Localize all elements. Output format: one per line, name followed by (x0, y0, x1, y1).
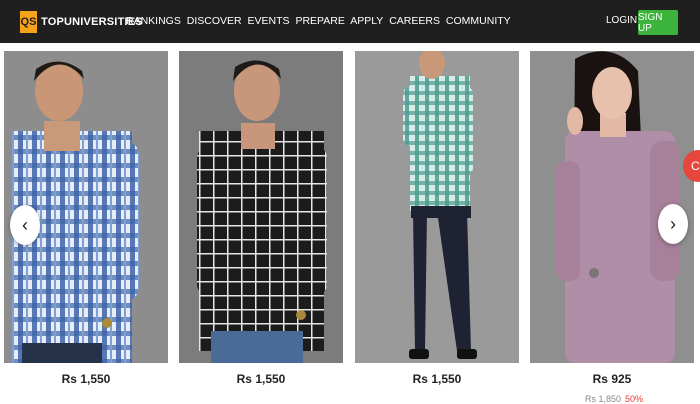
login-link[interactable]: LOGIN (606, 15, 637, 26)
product-card-3[interactable] (355, 51, 519, 363)
product-price-3: Rs 1,550 (412, 372, 462, 386)
nav-events[interactable]: EVENTS (248, 15, 290, 27)
nav-apply[interactable]: APPLY (350, 15, 383, 27)
chevron-right-icon: › (670, 213, 676, 234)
top-navigation-bar: QS TOPUNIVERSITIES RANKINGS DISCOVER EVE… (0, 0, 700, 43)
product-price-2: Rs 1,550 (236, 372, 286, 386)
discount-badge: 50% (625, 394, 644, 404)
side-bubble-icon: C (691, 159, 700, 173)
carousel-next-button[interactable]: › (658, 204, 688, 244)
qs-logo-mark: QS (20, 11, 37, 33)
nav-prepare[interactable]: PREPARE (295, 15, 344, 27)
product-card-2[interactable] (179, 51, 343, 363)
main-nav: RANKINGS DISCOVER EVENTS PREPARE APPLY C… (126, 15, 514, 27)
old-price: Rs 1,850 (585, 394, 622, 404)
signup-button[interactable]: SIGN UP (638, 10, 678, 35)
nav-discover[interactable]: DISCOVER (187, 15, 242, 27)
product-image-green-check-shirt (355, 51, 519, 363)
chevron-left-icon: ‹ (22, 214, 28, 235)
old-price-row: Rs 1,850 50% (585, 394, 643, 404)
nav-community[interactable]: COMMUNITY (446, 15, 511, 27)
product-price-4: Rs 925 (592, 372, 632, 386)
nav-careers[interactable]: CAREERS (389, 15, 440, 27)
product-price-1: Rs 1,550 (61, 372, 111, 386)
nav-rankings[interactable]: RANKINGS (126, 15, 181, 27)
product-image-black-check-shirt (179, 51, 343, 363)
carousel-prev-button[interactable]: ‹ (10, 205, 40, 245)
qs-logo[interactable]: QS TOPUNIVERSITIES (20, 11, 143, 33)
